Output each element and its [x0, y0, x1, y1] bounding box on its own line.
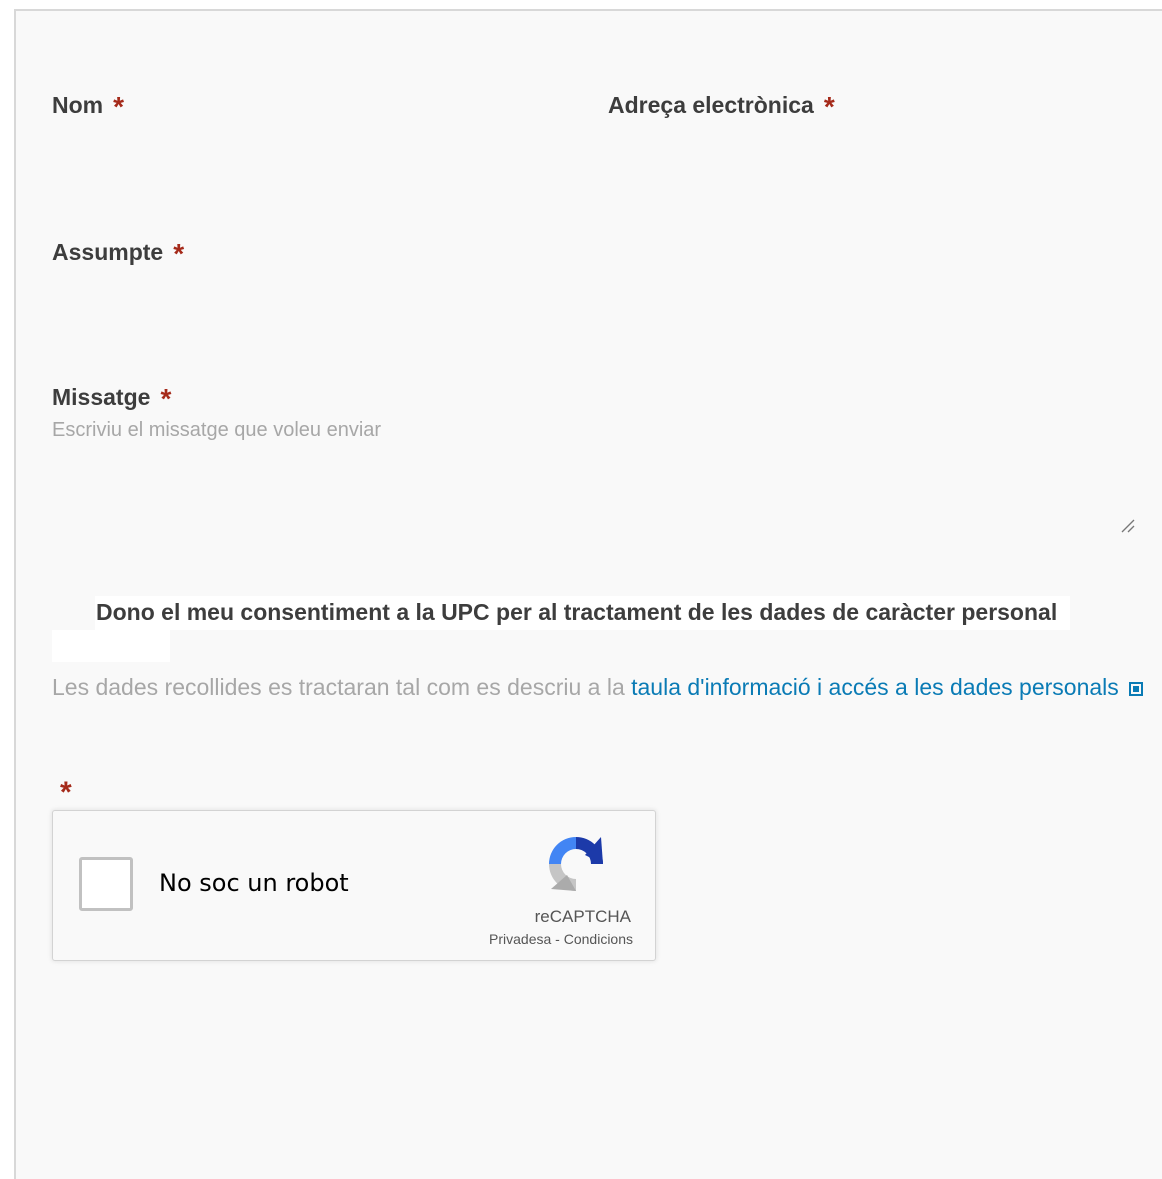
- consent-info: Les dades recollides es tractaran tal co…: [52, 670, 1152, 705]
- name-label-text: Nom: [52, 92, 104, 118]
- message-label-text: Missatge: [52, 384, 151, 410]
- subject-label: Assumpte *: [52, 235, 185, 269]
- subject-label-text: Assumpte: [52, 239, 164, 265]
- consent-checkbox-label[interactable]: Dono el meu consentiment a la UPC per al…: [52, 596, 1142, 628]
- data-info-link[interactable]: taula d'informació i accés a les dades p…: [631, 674, 1119, 700]
- recaptcha-brand: reCAPTCHA: [534, 907, 631, 926]
- required-marker: *: [113, 91, 125, 122]
- recaptcha-checkbox[interactable]: [79, 857, 133, 911]
- resize-handle-icon[interactable]: [1120, 518, 1136, 534]
- required-marker: *: [823, 91, 835, 122]
- consent-info-text: Les dades recollides es tractaran tal co…: [52, 674, 632, 700]
- recaptcha-widget: No soc un robot reCAPTCHA Privadesa - Co…: [52, 810, 656, 961]
- message-textarea[interactable]: Escriviu el missatge que voleu enviar: [52, 419, 381, 442]
- recaptcha-logo-icon: [549, 837, 603, 891]
- email-label-text: Adreça electrònica: [608, 92, 814, 118]
- email-label: Adreça electrònica *: [608, 88, 835, 122]
- privacy-link[interactable]: Privadesa: [489, 931, 551, 947]
- captcha-required-marker: *: [60, 776, 72, 809]
- recaptcha-label: No soc un robot: [159, 869, 349, 897]
- form-panel: [14, 9, 1162, 1179]
- required-marker: *: [173, 238, 185, 269]
- required-marker: *: [160, 383, 172, 414]
- links-separator: -: [551, 931, 564, 947]
- external-link-icon: [1128, 682, 1143, 696]
- recaptcha-links: Privadesa - Condicions: [453, 931, 633, 947]
- terms-link[interactable]: Condicions: [564, 931, 633, 947]
- message-placeholder: Escriviu el missatge que voleu enviar: [52, 419, 382, 441]
- message-label: Missatge *: [52, 380, 172, 414]
- name-label: Nom *: [52, 88, 125, 122]
- consent-text: Dono el meu consentiment a la UPC per al…: [96, 599, 1058, 625]
- consent-highlight: [52, 630, 170, 662]
